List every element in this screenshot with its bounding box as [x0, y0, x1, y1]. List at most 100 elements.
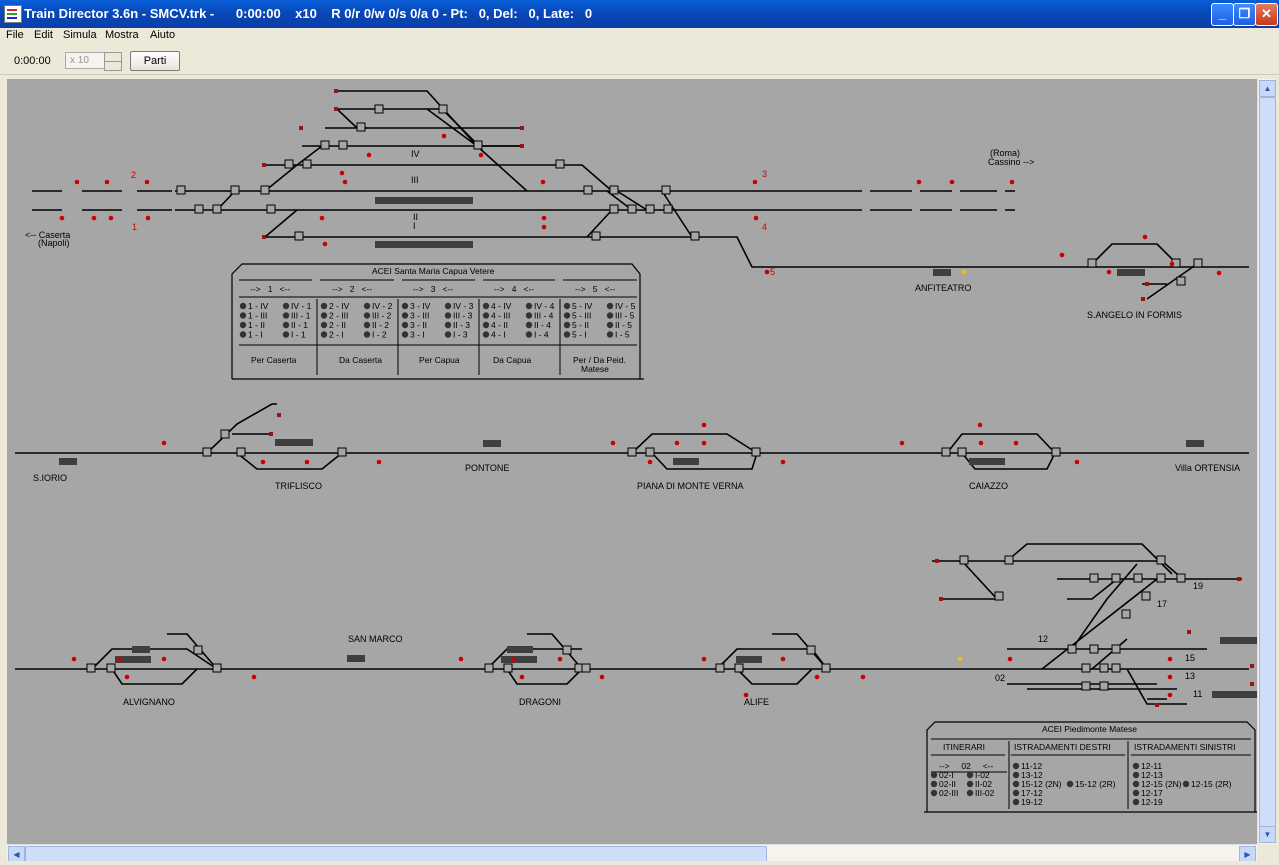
- minimize-button[interactable]: _: [1211, 3, 1234, 26]
- acei-smcv-route-4-0-button-icon[interactable]: [482, 302, 490, 310]
- vertical-scrollbar[interactable]: ▲ ▼: [1257, 79, 1276, 844]
- acei-smcv-route-2-2[interactable]: 2 - II: [329, 320, 346, 330]
- acei-smcv-route-1-2-button-icon[interactable]: [239, 321, 247, 329]
- acei-smcv-route-rev-3-0-button-icon[interactable]: [444, 302, 452, 310]
- acei-smcv-route-4-1-button-icon[interactable]: [482, 312, 490, 319]
- acei-smcv-route-2-0-button-icon[interactable]: [320, 302, 328, 310]
- horizontal-scrollbar[interactable]: ◀ ▶: [7, 844, 1257, 863]
- acei-smcv-route-1-3[interactable]: 1 - I: [248, 330, 263, 340]
- acei-smcv-route-rev-3-3[interactable]: I - 3: [453, 330, 468, 340]
- acei-pm-itin-left-0-button-icon[interactable]: [930, 771, 938, 779]
- acei-smcv-route-1-2[interactable]: 1 - II: [248, 320, 265, 330]
- acei-smcv-route-rev-2-0-button-icon[interactable]: [363, 302, 371, 310]
- vertical-scroll-thumb[interactable]: [1259, 97, 1276, 829]
- acei-smcv-route-2-1-button-icon[interactable]: [320, 312, 328, 319]
- menu-simula[interactable]: Simula: [63, 29, 97, 41]
- acei-pm-sinistri-1-button-icon[interactable]: [1132, 771, 1140, 779]
- acei-smcv-route-3-0[interactable]: 3 - IV: [410, 301, 431, 311]
- acei-smcv-route-4-2-button-icon[interactable]: [482, 321, 490, 329]
- acei-pm-itin-right-0-button-icon[interactable]: [966, 771, 974, 779]
- acei-pm-sinistri-extra-button-icon[interactable]: [1182, 780, 1190, 788]
- acei-pm-destri-4[interactable]: 19-12: [1021, 797, 1043, 807]
- menu-file[interactable]: File: [6, 29, 24, 41]
- acei-smcv-route-5-1[interactable]: 5 - III: [572, 311, 591, 321]
- acei-pm-destri-0-button-icon[interactable]: [1012, 762, 1020, 770]
- acei-smcv-route-rev-5-0-button-icon[interactable]: [606, 302, 614, 310]
- acei-smcv-route-rev-5-1-button-icon[interactable]: [606, 312, 614, 319]
- acei-smcv-route-rev-1-0-button-icon[interactable]: [282, 302, 290, 310]
- acei-pm-destri-3-button-icon[interactable]: [1012, 789, 1020, 797]
- acei-smcv-route-rev-4-1-button-icon[interactable]: [525, 312, 533, 319]
- acei-smcv-route-4-0[interactable]: 4 - IV: [491, 301, 512, 311]
- acei-smcv-route-rev-5-0[interactable]: IV - 5: [615, 301, 636, 311]
- acei-smcv-route-rev-4-0[interactable]: IV - 4: [534, 301, 555, 311]
- acei-smcv-route-2-1[interactable]: 2 - III: [329, 311, 348, 321]
- acei-smcv-route-2-0[interactable]: 2 - IV: [329, 301, 350, 311]
- acei-smcv-route-rev-4-2-button-icon[interactable]: [525, 321, 533, 329]
- acei-pm-itin-left-1-button-icon[interactable]: [930, 780, 938, 788]
- acei-smcv-route-5-3-button-icon[interactable]: [563, 331, 571, 338]
- acei-smcv-route-4-2[interactable]: 4 - II: [491, 320, 508, 330]
- acei-pm-destri-1-button-icon[interactable]: [1012, 771, 1020, 779]
- acei-smcv-route-rev-4-3[interactable]: I - 4: [534, 330, 549, 340]
- acei-smcv-route-3-2-button-icon[interactable]: [401, 321, 409, 329]
- acei-pm-panel[interactable]: ACEI Piedimonte Matese ITINERARI ISTRADA…: [924, 721, 1257, 813]
- acei-pm-sinistri-4[interactable]: 12-19: [1141, 797, 1163, 807]
- acei-smcv-route-3-3[interactable]: 3 - I: [410, 330, 425, 340]
- acei-smcv-route-rev-1-2[interactable]: II - 1: [291, 320, 308, 330]
- acei-pm-itin-right-2-button-icon[interactable]: [966, 789, 974, 797]
- start-button[interactable]: Parti: [130, 51, 180, 71]
- acei-smcv-route-2-3[interactable]: 2 - I: [329, 330, 344, 340]
- acei-smcv-route-3-3-button-icon[interactable]: [401, 331, 409, 338]
- acei-smcv-route-rev-4-0-button-icon[interactable]: [525, 302, 533, 310]
- acei-smcv-route-5-2-button-icon[interactable]: [563, 321, 571, 329]
- acei-smcv-route-rev-2-1-button-icon[interactable]: [363, 312, 371, 319]
- acei-smcv-route-rev-1-0[interactable]: IV - 1: [291, 301, 312, 311]
- scroll-down-icon[interactable]: ▼: [1259, 826, 1276, 843]
- acei-pm-itin-right-1-button-icon[interactable]: [966, 780, 974, 788]
- menu-mostra[interactable]: Mostra: [105, 29, 139, 41]
- acei-smcv-route-rev-5-3-button-icon[interactable]: [606, 331, 614, 338]
- acei-smcv-route-5-3[interactable]: 5 - I: [572, 330, 587, 340]
- acei-smcv-route-rev-5-1[interactable]: III - 5: [615, 311, 635, 321]
- acei-smcv-route-1-0[interactable]: 1 - IV: [248, 301, 269, 311]
- acei-smcv-route-rev-5-2-button-icon[interactable]: [606, 321, 614, 329]
- acei-smcv-route-3-0-button-icon[interactable]: [401, 302, 409, 310]
- acei-smcv-route-3-1-button-icon[interactable]: [401, 312, 409, 319]
- acei-smcv-route-rev-1-1-button-icon[interactable]: [282, 312, 290, 319]
- acei-smcv-route-rev-2-2-button-icon[interactable]: [363, 321, 371, 329]
- acei-smcv-panel[interactable]: ACEI Santa Maria Capua Vetere --> 1 <-- …: [231, 263, 644, 380]
- acei-pm-itin-right-2[interactable]: III-02: [975, 788, 995, 798]
- acei-smcv-route-rev-2-0[interactable]: IV - 2: [372, 301, 393, 311]
- acei-smcv-route-1-3-button-icon[interactable]: [239, 331, 247, 338]
- acei-pm-sinistri-2-button-icon[interactable]: [1132, 780, 1140, 788]
- acei-smcv-route-5-0-button-icon[interactable]: [563, 302, 571, 310]
- acei-pm-destri-extra-button-icon[interactable]: [1066, 780, 1074, 788]
- menu-edit[interactable]: Edit: [34, 29, 53, 41]
- acei-pm-itin-left-2-button-icon[interactable]: [930, 789, 938, 797]
- close-button[interactable]: ✕: [1255, 3, 1278, 26]
- acei-smcv-route-5-1-button-icon[interactable]: [563, 312, 571, 319]
- acei-smcv-route-rev-4-1[interactable]: III - 4: [534, 311, 554, 321]
- acei-smcv-route-rev-1-3[interactable]: I - 1: [291, 330, 306, 340]
- maximize-button[interactable]: ❐: [1233, 3, 1256, 26]
- acei-smcv-route-rev-1-2-button-icon[interactable]: [282, 321, 290, 329]
- train-app-icon[interactable]: [4, 5, 22, 23]
- acei-smcv-route-2-2-button-icon[interactable]: [320, 321, 328, 329]
- acei-smcv-route-rev-2-1[interactable]: III - 2: [372, 311, 392, 321]
- acei-smcv-route-rev-3-2[interactable]: II - 3: [453, 320, 470, 330]
- acei-smcv-route-2-3-button-icon[interactable]: [320, 331, 328, 338]
- acei-pm-sinistri-3-button-icon[interactable]: [1132, 789, 1140, 797]
- acei-smcv-route-1-0-button-icon[interactable]: [239, 302, 247, 310]
- acei-smcv-route-rev-3-1-button-icon[interactable]: [444, 312, 452, 319]
- acei-smcv-route-5-2[interactable]: 5 - II: [572, 320, 589, 330]
- acei-smcv-route-3-2[interactable]: 3 - II: [410, 320, 427, 330]
- acei-smcv-route-1-1[interactable]: 1 - III: [248, 311, 267, 321]
- acei-smcv-route-rev-5-2[interactable]: II - 5: [615, 320, 632, 330]
- menu-aiuto[interactable]: Aiuto: [150, 29, 175, 41]
- scroll-up-icon[interactable]: ▲: [1259, 80, 1276, 97]
- track-layout-canvas[interactable]: 2 1 3 4 5 IV III II I <-- Caserta (Napol…: [7, 79, 1257, 844]
- acei-smcv-route-rev-4-3-button-icon[interactable]: [525, 331, 533, 338]
- acei-smcv-route-rev-4-2[interactable]: II - 4: [534, 320, 551, 330]
- acei-pm-sinistri-0-button-icon[interactable]: [1132, 762, 1140, 770]
